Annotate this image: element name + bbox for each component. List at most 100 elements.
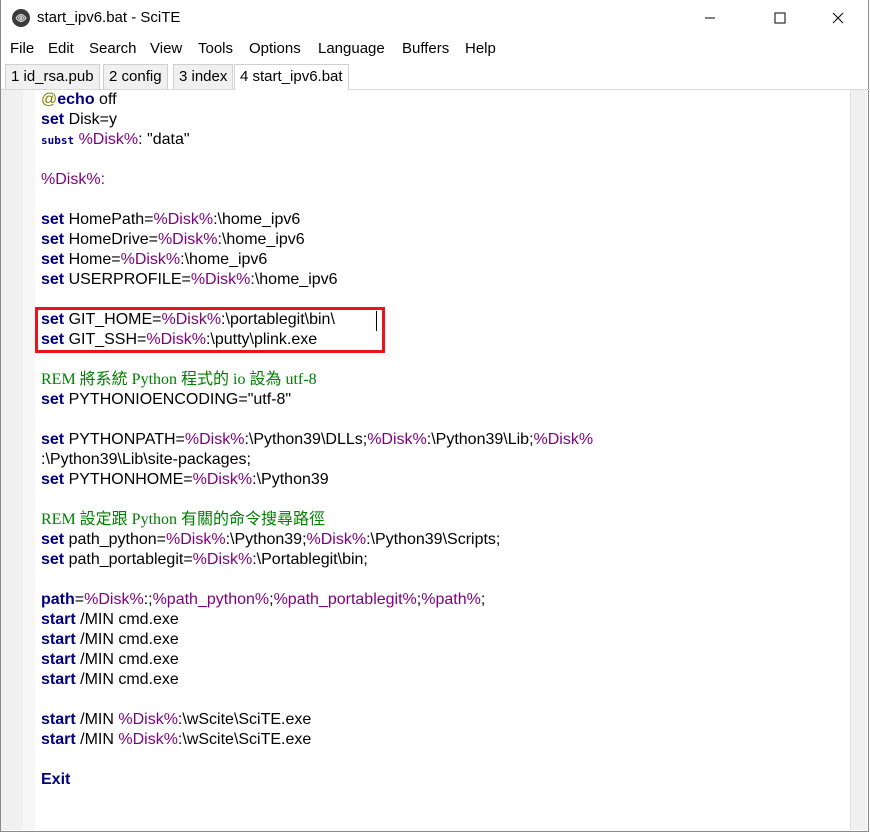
keyword-token: set (41, 251, 65, 268)
keyword-token: set (41, 431, 65, 448)
keyword-token: set (41, 211, 65, 228)
text-token: :\Python39 (252, 471, 329, 488)
code-line[interactable] (41, 690, 847, 710)
minimize-button[interactable] (687, 0, 733, 36)
comment-token: REM 將系統 Python 程式的 io 設為 utf-8 (41, 371, 317, 388)
variable-token: %Disk% (367, 431, 427, 448)
code-line[interactable]: set HomeDrive=%Disk%:\home_ipv6 (41, 230, 847, 250)
code-line[interactable]: set USERPROFILE=%Disk%:\home_ipv6 (41, 270, 847, 290)
line-number-margin[interactable] (1, 90, 23, 830)
menu-tools[interactable]: Tools (198, 40, 233, 57)
text-caret (376, 311, 377, 331)
code-line[interactable]: start /MIN cmd.exe (41, 630, 847, 650)
code-line[interactable]: subst %Disk%: "data" (41, 130, 847, 150)
variable-token: %Disk% (120, 251, 181, 268)
code-line[interactable]: start /MIN cmd.exe (41, 670, 847, 690)
vertical-scrollbar[interactable] (850, 90, 867, 830)
variable-token: %Disk% (192, 471, 253, 488)
code-line[interactable]: REM 將系統 Python 程式的 io 設為 utf-8 (41, 370, 847, 390)
menu-language[interactable]: Language (318, 40, 385, 57)
title-bar[interactable]: start_ipv6.bat - SciTE (1, 0, 868, 36)
text-token: /MIN cmd.exe (75, 671, 179, 688)
menu-search[interactable]: Search (89, 40, 137, 57)
code-line[interactable]: :\Python39\Lib\site-packages; (41, 450, 847, 470)
close-button[interactable] (815, 0, 861, 36)
code-line[interactable]: REM 設定跟 Python 有關的命令搜尋路徑 (41, 510, 847, 530)
text-token: :\Portablegit\bin; (252, 551, 368, 568)
fold-margin[interactable] (23, 90, 35, 830)
text-token: /MIN cmd.exe (75, 611, 179, 628)
tab-index[interactable]: 3 index (173, 64, 234, 89)
text-token: :\Python39\DLLs; (244, 431, 368, 448)
editor-pane[interactable]: @echo off set Disk=y subst %Disk%: "data"%… (1, 90, 867, 830)
keyword-token: start (41, 631, 76, 648)
variable-token: %Disk% (153, 211, 214, 228)
code-line[interactable]: %Disk%: (41, 170, 847, 190)
code-line[interactable]: set path_python=%Disk%:\Python39;%Disk%:… (41, 530, 847, 550)
text-token: :\wScite\SciTE.exe (177, 711, 312, 728)
keyword-token: set (41, 111, 65, 128)
text-token: /MIN cmd.exe (75, 631, 179, 648)
code-line[interactable]: set Disk=y (41, 110, 847, 130)
code-line[interactable]: start /MIN cmd.exe (41, 610, 847, 630)
text-token: /MIN cmd.exe (75, 651, 179, 668)
code-line[interactable]: set PYTHONIOENCODING="utf-8" (41, 390, 847, 410)
comment-token: REM 設定跟 Python 有關的命令搜尋路徑 (41, 511, 326, 528)
code-line[interactable] (41, 410, 847, 430)
menu-file[interactable]: File (10, 40, 34, 57)
menu-view[interactable]: View (150, 40, 182, 57)
code-line[interactable]: set path_portablegit=%Disk%:\Portablegit… (41, 550, 847, 570)
tab-config[interactable]: 2 config (103, 64, 168, 89)
code-line[interactable]: path=%Disk%:;%path_python%; %path_portabl… (41, 590, 847, 610)
maximize-icon (774, 12, 786, 24)
variable-token: %path_portablegit% (273, 591, 417, 608)
menu-help[interactable]: Help (465, 40, 496, 57)
text-token: USERPROFILE= (64, 271, 191, 288)
keyword-token: set (41, 271, 65, 288)
keyword-token: start (41, 711, 76, 728)
code-line[interactable]: Exit (41, 770, 847, 790)
menu-buffers[interactable]: Buffers (402, 40, 449, 57)
code-text[interactable]: @echo off set Disk=y subst %Disk%: "data"%… (41, 90, 847, 790)
text-token: :\Python39\Lib\site-packages; (41, 451, 251, 468)
code-line[interactable]: start /MIN %Disk%:\wScite\SciTE.exe (41, 730, 847, 750)
keyword-token: start (41, 611, 76, 628)
code-line[interactable]: set Home=%Disk%:\home_ipv6 (41, 250, 847, 270)
code-line[interactable]: set PYTHONHOME=%Disk%:\Python39 (41, 470, 847, 490)
text-token: :\wScite\SciTE.exe (177, 731, 312, 748)
text-token: :\Python39\Lib; (426, 431, 534, 448)
text-token: path_python= (64, 531, 166, 548)
code-line[interactable]: @echo off (41, 90, 847, 110)
variable-token: %path_python% (152, 591, 270, 608)
tab-start-ipv6-bat[interactable]: 4 start_ipv6.bat (234, 64, 349, 90)
tab-id-rsa-pub[interactable]: 1 id_rsa.pub (5, 64, 100, 89)
text-token: :; (143, 591, 153, 608)
code-line[interactable]: start /MIN cmd.exe (41, 650, 847, 670)
menu-options[interactable]: Options (249, 40, 301, 57)
keyword-token: start (41, 651, 76, 668)
keyword-token: Exit (41, 771, 71, 788)
text-token: :\home_ipv6 (250, 271, 338, 288)
keyword-token: set (41, 531, 65, 548)
code-line[interactable] (41, 190, 847, 210)
code-line[interactable] (41, 350, 847, 370)
text-token: Disk=y (64, 111, 118, 128)
text-token: HomePath= (64, 211, 154, 228)
annotation-highlight-box (35, 307, 385, 353)
menu-edit[interactable]: Edit (48, 40, 74, 57)
window-title: start_ipv6.bat - SciTE (37, 9, 181, 26)
variable-token: %Disk% (306, 531, 367, 548)
variable-token: %Disk% (84, 591, 144, 608)
code-line[interactable] (41, 150, 847, 170)
code-line[interactable]: set HomePath=%Disk%:\home_ipv6 (41, 210, 847, 230)
keyword-token: path (41, 591, 75, 608)
maximize-button[interactable] (757, 0, 803, 36)
menu-bar: File Edit Search View Tools Options Lang… (1, 38, 868, 62)
code-line[interactable] (41, 490, 847, 510)
code-line[interactable] (41, 750, 847, 770)
variable-token: %Disk% (78, 131, 139, 148)
buffer-tab-bar: 1 id_rsa.pub 2 config 3 index 4 start_ip… (5, 64, 865, 90)
code-line[interactable]: start /MIN %Disk%:\wScite\SciTE.exe (41, 710, 847, 730)
code-line[interactable]: set PYTHONPATH=%Disk%:\Python39\DLLs;%Di… (41, 430, 847, 450)
code-line[interactable] (41, 570, 847, 590)
